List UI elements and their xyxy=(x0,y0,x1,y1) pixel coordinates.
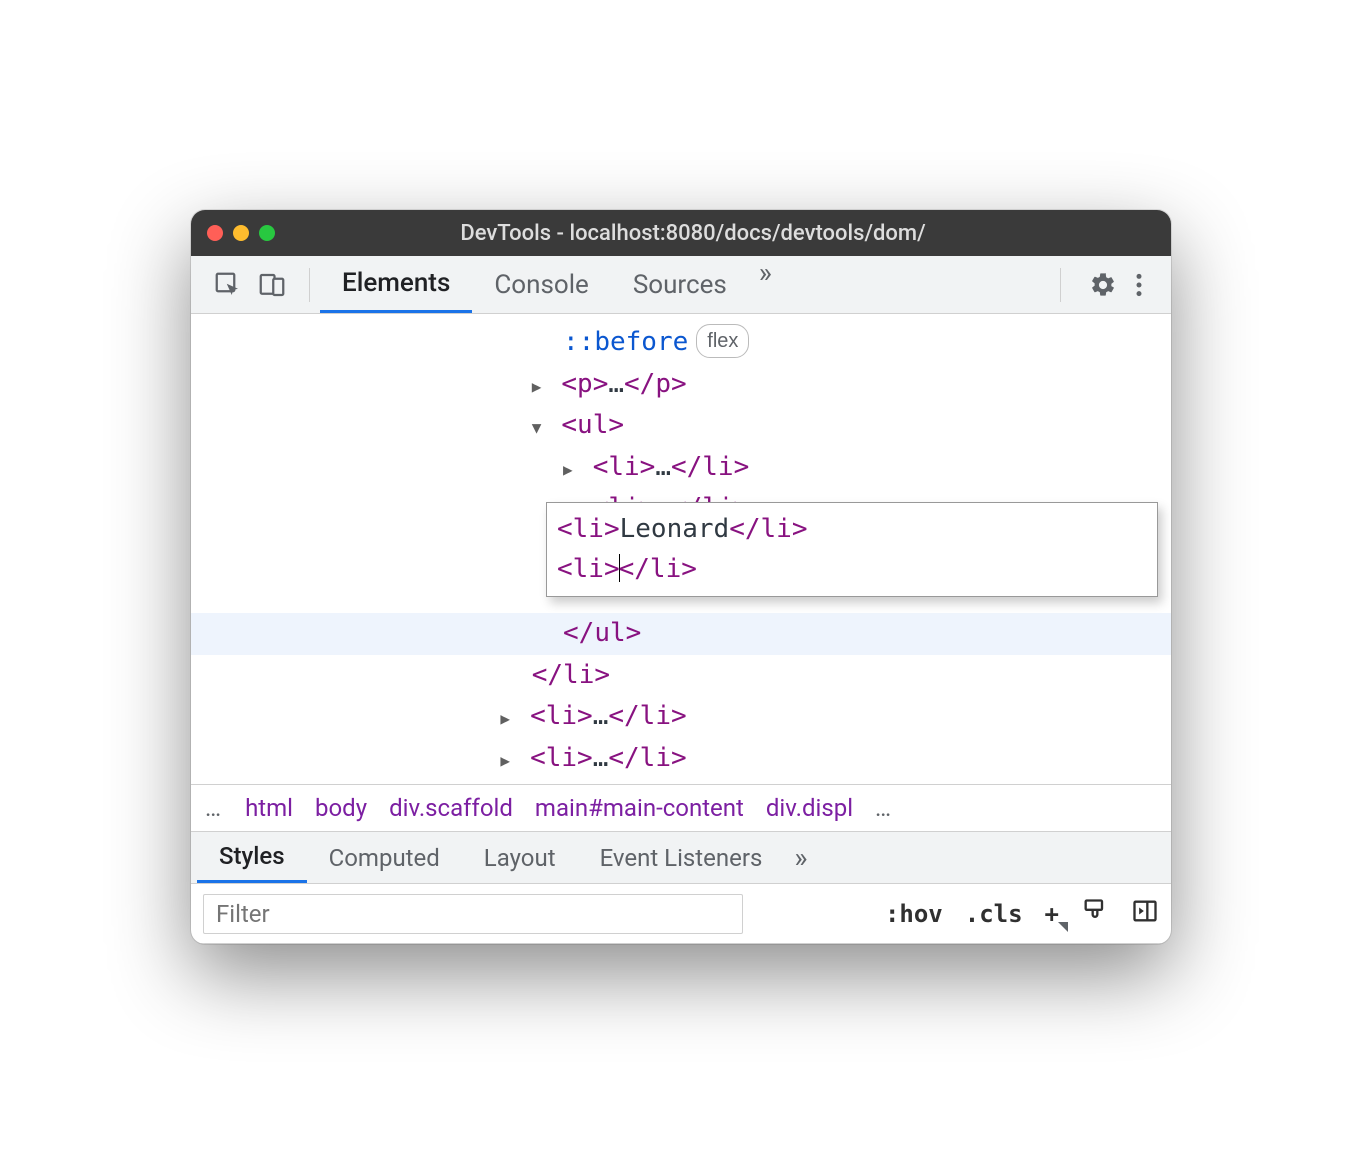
breadcrumb-item[interactable]: div.displ xyxy=(766,794,853,822)
tabs-overflow-button[interactable]: » xyxy=(749,256,782,313)
breadcrumb-item[interactable]: body xyxy=(315,794,367,822)
dom-node-ul[interactable]: <ul> xyxy=(191,405,1171,447)
edit-as-html-popup[interactable]: <li>Leonard</li> <li></li> xyxy=(546,502,1158,597)
styles-filter-input[interactable] xyxy=(203,894,743,934)
inspect-element-icon[interactable] xyxy=(213,270,243,300)
breadcrumb-item[interactable]: html xyxy=(245,794,293,822)
breadcrumb-overflow-left[interactable]: … xyxy=(205,794,223,822)
dom-breadcrumb: … html body div.scaffold main#main-conte… xyxy=(191,784,1171,832)
hov-toggle[interactable]: :hov xyxy=(885,900,943,928)
paint-brush-icon[interactable] xyxy=(1081,897,1109,931)
toolbar-divider xyxy=(309,268,310,302)
flex-badge[interactable]: flex xyxy=(696,324,749,358)
dom-node-ul-close[interactable]: </ul> xyxy=(191,613,1171,655)
tab-event-listeners[interactable]: Event Listeners xyxy=(578,832,785,883)
breadcrumb-overflow-right[interactable]: … xyxy=(875,794,893,822)
minimize-window-button[interactable] xyxy=(233,225,249,241)
close-window-button[interactable] xyxy=(207,225,223,241)
dom-node-li-close[interactable]: </li> xyxy=(191,655,1171,697)
breadcrumb-item[interactable]: main#main-content xyxy=(535,794,744,822)
tab-elements[interactable]: Elements xyxy=(320,256,472,313)
titlebar: DevTools - localhost:8080/docs/devtools/… xyxy=(191,210,1171,256)
dom-pseudo-before[interactable]: ::beforeflex xyxy=(191,322,1171,364)
main-toolbar: Elements Console Sources » xyxy=(191,256,1171,314)
maximize-window-button[interactable] xyxy=(259,225,275,241)
cls-toggle[interactable]: .cls xyxy=(965,900,1023,928)
tab-sources[interactable]: Sources xyxy=(611,256,749,313)
tab-styles[interactable]: Styles xyxy=(197,832,307,883)
elements-dom-tree[interactable]: ::beforeflex <p>…</p> <ul> <li>…</li> <l… xyxy=(191,314,1171,784)
styles-pane-tabs: Styles Computed Layout Event Listeners » xyxy=(191,832,1171,884)
device-toggle-icon[interactable] xyxy=(257,270,287,300)
styles-tabs-overflow[interactable]: » xyxy=(784,841,817,874)
dom-node-li[interactable]: <li>…</li> xyxy=(191,447,1171,489)
toolbar-divider xyxy=(1060,268,1061,302)
settings-icon[interactable] xyxy=(1089,271,1117,299)
toggle-sidebar-icon[interactable] xyxy=(1131,897,1159,931)
tab-console[interactable]: Console xyxy=(472,256,610,313)
traffic-lights xyxy=(207,225,275,241)
main-tabs: Elements Console Sources » xyxy=(320,256,1050,313)
devtools-window: DevTools - localhost:8080/docs/devtools/… xyxy=(191,210,1171,944)
window-title: DevTools - localhost:8080/docs/devtools/… xyxy=(291,221,1095,246)
styles-toolbar: :hov .cls + xyxy=(191,884,1171,944)
breadcrumb-item[interactable]: div.scaffold xyxy=(389,794,513,822)
menu-icon[interactable] xyxy=(1135,272,1143,298)
tab-computed[interactable]: Computed xyxy=(307,832,462,883)
tab-layout[interactable]: Layout xyxy=(462,832,578,883)
dom-node-li[interactable]: <li>…</li> xyxy=(191,738,1171,780)
edit-line-2[interactable]: <li></li> xyxy=(557,549,1147,589)
edit-line-1[interactable]: <li>Leonard</li> xyxy=(557,509,1147,549)
new-style-rule-button[interactable]: + xyxy=(1045,900,1059,928)
dom-node-p[interactable]: <p>…</p> xyxy=(191,364,1171,406)
dom-node-li[interactable]: <li>…</li> xyxy=(191,696,1171,738)
